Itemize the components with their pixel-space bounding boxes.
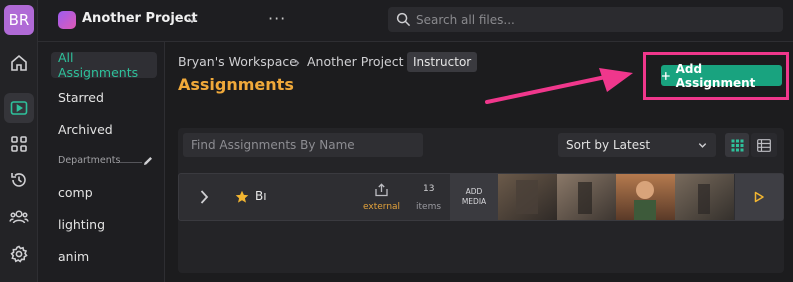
sidebar-item-label: comp — [58, 184, 93, 200]
add-media-button[interactable]: ADD MEDIA — [450, 174, 498, 220]
plus-icon — [661, 71, 670, 80]
items-label: items — [416, 202, 442, 212]
app-rail: BR — [0, 0, 38, 282]
sidebar-item-label: Archived — [58, 121, 113, 137]
grid-view-icon — [731, 139, 743, 151]
assignments-sidebar: All Assignments Starred Archived Departm… — [38, 42, 165, 282]
role-badge: Instructor — [407, 52, 478, 72]
add-media-label: ADD MEDIA — [461, 187, 487, 206]
pencil-icon[interactable] — [142, 155, 154, 167]
search-icon — [396, 12, 411, 27]
assignment-row[interactable]: Bı external 13 items ADD MEDIA — [178, 173, 784, 221]
chevron-down-icon — [698, 143, 707, 148]
list-view-icon — [757, 138, 771, 152]
global-search[interactable] — [388, 7, 783, 32]
departments-heading: Departments — [58, 155, 121, 166]
annotation-arrow — [485, 68, 633, 104]
media-thumbnails[interactable] — [498, 174, 734, 220]
add-assignment-button[interactable]: Add Assignment — [661, 62, 782, 90]
avatar-initials: BR — [8, 11, 30, 29]
source-label: external — [363, 202, 401, 212]
user-avatar[interactable]: BR — [4, 5, 34, 35]
history-icon[interactable] — [4, 165, 34, 195]
grid-view-toggle[interactable] — [725, 133, 749, 157]
home-icon[interactable] — [4, 48, 34, 78]
sidebar-item-comp[interactable]: comp — [51, 179, 157, 205]
find-assignments-field[interactable] — [183, 133, 423, 157]
project-logo — [58, 11, 76, 29]
top-bar: Another Project ··· — [38, 0, 793, 42]
assignment-name[interactable]: Bı — [255, 189, 267, 203]
list-view-toggle[interactable] — [751, 133, 777, 157]
sort-select[interactable]: Sort by Latest — [558, 133, 716, 157]
sidebar-item-label: Starred — [58, 89, 104, 105]
chevron-right-icon — [295, 59, 300, 67]
users-icon[interactable] — [4, 202, 34, 232]
sidebar-item-starred[interactable]: Starred — [51, 84, 157, 110]
find-assignments-input[interactable] — [183, 133, 423, 157]
search-input[interactable] — [416, 9, 776, 30]
items-count: 13 — [423, 184, 435, 194]
chevron-down-icon[interactable] — [186, 14, 198, 26]
breadcrumb-project[interactable]: Another Project — [307, 54, 404, 69]
settings-icon[interactable] — [4, 239, 34, 269]
sidebar-item-label: anim — [58, 248, 90, 264]
sidebar-item-label: lighting — [58, 216, 106, 232]
sidebar-item-label: All Assignments — [58, 50, 139, 80]
sidebar-item-archived[interactable]: Archived — [51, 116, 157, 142]
sidebar-item-lighting[interactable]: lighting — [51, 211, 157, 237]
play-icon — [754, 191, 764, 203]
chevron-right-icon[interactable] — [195, 188, 213, 206]
main-content: Bryan's Workspace Another Project Instru… — [165, 42, 793, 282]
play-button[interactable] — [735, 174, 783, 220]
sort-label: Sort by Latest — [566, 138, 651, 152]
star-icon[interactable] — [235, 190, 249, 204]
page-title: Assignments — [178, 75, 294, 94]
sidebar-item-anim[interactable]: anim — [51, 243, 157, 269]
grid-icon[interactable] — [4, 129, 34, 159]
divider — [120, 162, 142, 163]
external-share-icon — [375, 183, 388, 197]
breadcrumb-workspace[interactable]: Bryan's Workspace — [178, 54, 297, 69]
sidebar-item-all-assignments[interactable]: All Assignments — [51, 50, 157, 80]
assignments-panel: Sort by Latest Bı external 13 items ADD … — [178, 128, 784, 273]
add-assignment-label: Add Assignment — [675, 61, 756, 90]
media-icon[interactable] — [4, 93, 34, 123]
project-name[interactable]: Another Project — [82, 11, 198, 26]
more-options-icon[interactable]: ··· — [268, 9, 286, 28]
